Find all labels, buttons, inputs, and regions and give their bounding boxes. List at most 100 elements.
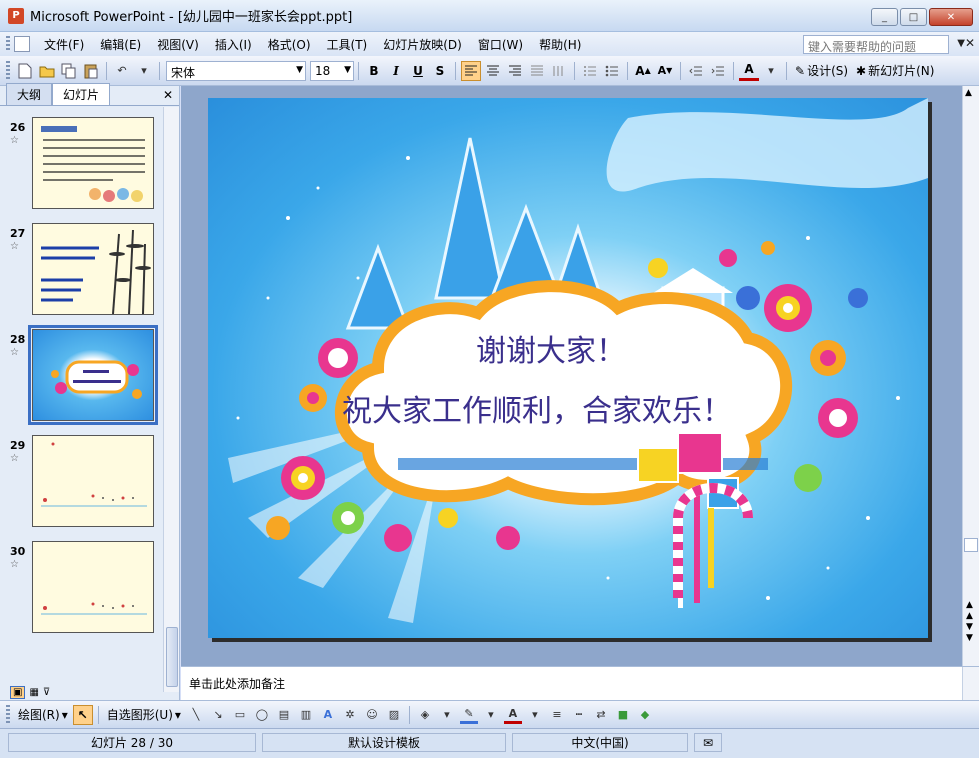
text-color-icon[interactable]: A [503, 706, 522, 724]
paste-icon[interactable] [82, 62, 100, 80]
slide-thumbnail-selected[interactable] [28, 325, 158, 425]
select-pointer-icon[interactable]: ↖ [72, 704, 93, 725]
open-file-icon[interactable] [38, 62, 56, 80]
powerpoint-app-icon[interactable]: P [8, 7, 24, 24]
undo-dropdown-icon[interactable]: ▾ [135, 62, 153, 80]
current-slide[interactable]: 谢谢大家！ 祝大家工作顺利，合家欢乐！ [208, 98, 928, 638]
menu-format[interactable]: 格式(O) [260, 36, 319, 53]
help-search-input[interactable]: 键入需要帮助的问题 [803, 35, 949, 54]
menu-window[interactable]: 窗口(W) [470, 36, 531, 53]
bullets-icon[interactable] [602, 61, 622, 81]
tab-slides[interactable]: 幻灯片 [52, 83, 111, 105]
menu-insert[interactable]: 插入(I) [207, 36, 260, 53]
normal-view-icon[interactable]: ▣ [10, 685, 26, 699]
menu-slideshow[interactable]: 幻灯片放映(D) [375, 36, 470, 53]
menu-help[interactable]: 帮助(H) [531, 36, 589, 53]
copy-icon[interactable] [60, 62, 78, 80]
line-color-icon[interactable]: ✎ [459, 706, 478, 724]
line-tool-icon[interactable]: ╲ [187, 706, 205, 724]
slide-sorter-icon[interactable]: ▦ [29, 687, 38, 698]
minimize-button[interactable]: _ [871, 8, 898, 26]
slide-thumbnail[interactable] [32, 223, 154, 315]
slide-scrollbar[interactable]: ▲ ▲ ▲ ▼ ▼ [962, 86, 979, 666]
fill-color-icon[interactable]: ◈ [416, 706, 434, 724]
panel-scrollbar-thumb[interactable] [166, 627, 178, 687]
numbering-icon[interactable] [580, 61, 600, 81]
dash-style-icon[interactable]: ┅ [570, 706, 588, 724]
font-dropdown-icon[interactable]: ▼ [296, 65, 303, 75]
font-color-dropdown-icon[interactable]: ▾ [762, 62, 780, 80]
close-button[interactable]: ✕ [929, 8, 973, 26]
3d-style-icon[interactable]: ◆ [636, 706, 654, 724]
arrow-style-icon[interactable]: ⇄ [592, 706, 610, 724]
autoshapes-button[interactable]: 自选图形(U) ▾ [103, 706, 185, 723]
picture-icon[interactable]: ▨ [385, 706, 403, 724]
toolbar-grip-handle[interactable] [6, 60, 10, 81]
slide-body-text[interactable]: 祝大家工作顺利，合家欢乐！ [342, 390, 772, 434]
status-template[interactable]: 默认设计模板 [262, 733, 506, 752]
panel-close-icon[interactable]: ✕ [163, 88, 173, 102]
wordart-icon[interactable]: A [319, 706, 337, 724]
menu-grip-handle[interactable] [6, 36, 10, 52]
tab-outline[interactable]: 大纲 [6, 83, 53, 105]
text-color-dropdown-icon[interactable]: ▾ [526, 706, 544, 724]
maximize-button[interactable]: □ [900, 8, 927, 26]
undo-icon[interactable]: ↶ [113, 62, 131, 80]
slide-title-text[interactable]: 谢谢大家！ [476, 326, 626, 370]
justify-button[interactable] [527, 61, 547, 81]
menu-tools[interactable]: 工具(T) [319, 36, 376, 53]
draw-menu-button[interactable]: 绘图(R) ▾ [14, 706, 72, 723]
font-size-select[interactable]: 18 ▼ [310, 60, 354, 81]
increase-indent-icon[interactable] [708, 61, 728, 81]
menu-file[interactable]: 文件(F) [36, 36, 92, 53]
line-style-icon[interactable]: ≡ [548, 706, 566, 724]
decrease-font-icon[interactable]: A ▼ [655, 61, 675, 81]
panel-scrollbar[interactable] [163, 107, 179, 692]
slideshow-icon[interactable]: ⊽ [43, 687, 50, 698]
textbox-tool-icon[interactable]: ▤ [275, 706, 293, 724]
slide-thumbnail[interactable] [32, 117, 154, 209]
shadow-button[interactable]: S [430, 61, 450, 81]
increase-font-icon[interactable]: A ▲ [633, 61, 653, 81]
slide-thumbnail[interactable] [32, 541, 154, 633]
menu-view[interactable]: 视图(V) [149, 36, 207, 53]
font-name-select[interactable]: 宋体 ▼ [166, 60, 306, 81]
arrow-tool-icon[interactable]: ↘ [209, 706, 227, 724]
new-file-icon[interactable] [16, 62, 34, 80]
notes-pane[interactable]: 单击此处添加备注 [181, 666, 979, 701]
help-dropdown-icon[interactable]: ▼ [957, 38, 965, 49]
underline-button[interactable]: U [408, 61, 428, 81]
oval-tool-icon[interactable]: ◯ [253, 706, 271, 724]
slide-scrollbar-thumb[interactable] [964, 538, 978, 552]
shadow-style-icon[interactable]: ■ [614, 706, 632, 724]
diagram-icon[interactable]: ✲ [341, 706, 359, 724]
notes-placeholder[interactable]: 单击此处添加备注 [189, 675, 285, 692]
design-button[interactable]: ✎ 设计(S) [791, 62, 852, 79]
spelling-check-icon[interactable]: ✉ [694, 733, 722, 752]
close-document-icon[interactable]: ✕ [965, 36, 975, 50]
bold-button[interactable]: B [364, 61, 384, 81]
new-slide-button[interactable]: ✱ 新幻灯片(N) [852, 62, 938, 79]
align-center-button[interactable] [483, 61, 503, 81]
rectangle-tool-icon[interactable]: ▭ [231, 706, 249, 724]
distribute-button[interactable] [549, 61, 569, 81]
align-right-button[interactable] [505, 61, 525, 81]
thumbnail-row: 28 ☆ [0, 323, 164, 425]
document-icon[interactable] [14, 36, 30, 52]
decrease-indent-icon[interactable] [686, 61, 706, 81]
italic-button[interactable]: I [386, 61, 406, 81]
drawbar-grip-handle[interactable] [6, 704, 10, 725]
line-color-dropdown-icon[interactable]: ▾ [482, 706, 500, 724]
size-dropdown-icon[interactable]: ▼ [344, 65, 351, 75]
align-left-button[interactable] [461, 60, 481, 81]
slide-nav-icons[interactable]: ▲ ▲ ▼ ▼ [966, 600, 973, 644]
new-slide-label: 新幻灯片(N) [868, 64, 935, 78]
vertical-textbox-icon[interactable]: ▥ [297, 706, 315, 724]
fill-color-dropdown-icon[interactable]: ▾ [438, 706, 456, 724]
notes-scrollbar[interactable] [962, 667, 979, 701]
slide-thumbnail[interactable] [32, 435, 154, 527]
menu-edit[interactable]: 编辑(E) [92, 36, 149, 53]
font-color-icon[interactable]: A [739, 61, 759, 81]
scroll-up-icon[interactable]: ▲ [965, 88, 972, 98]
clipart-icon[interactable]: ☺ [363, 706, 381, 724]
